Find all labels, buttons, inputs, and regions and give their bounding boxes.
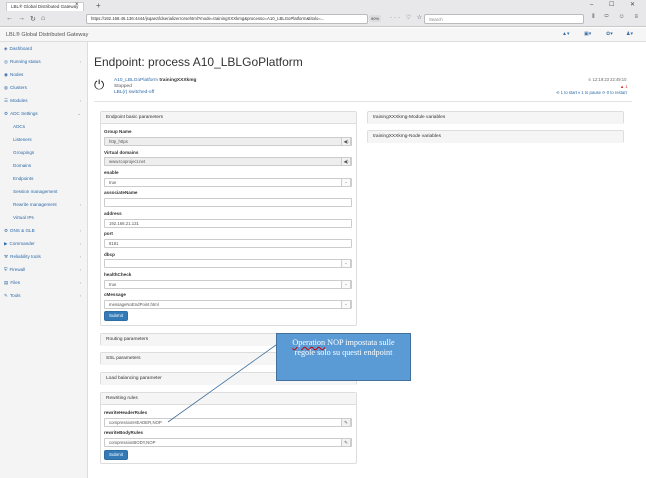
callout-highlight: Operation bbox=[292, 338, 326, 347]
callout-connector bbox=[167, 344, 277, 423]
annotation-callout: Operation NOP impostata sulle regole sol… bbox=[276, 333, 411, 381]
